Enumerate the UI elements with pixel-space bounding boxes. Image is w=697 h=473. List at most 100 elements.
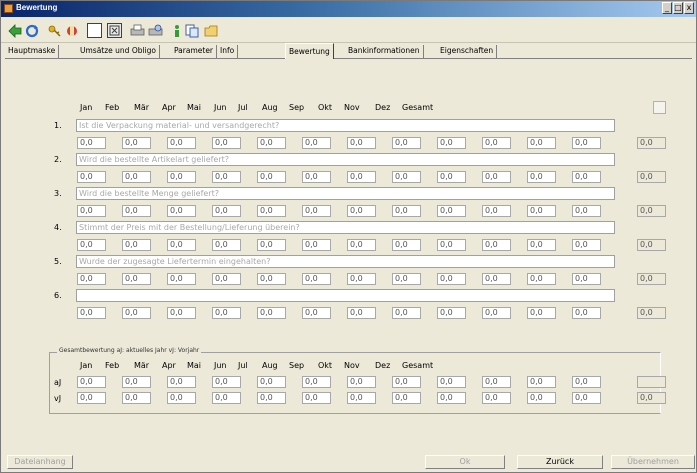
rating-value-field[interactable]: 0,0 bbox=[482, 239, 511, 251]
tab-info[interactable]: Info bbox=[217, 45, 239, 58]
info-icon[interactable] bbox=[169, 23, 184, 38]
rating-value-field[interactable]: 0,0 bbox=[302, 307, 331, 319]
rating-value-field[interactable]: 0,0 bbox=[77, 205, 106, 217]
back-arrow-icon[interactable] bbox=[7, 23, 22, 38]
rating-value-field[interactable]: 0,0 bbox=[437, 273, 466, 285]
rating-value-field[interactable]: 0,0 bbox=[482, 171, 511, 183]
printer-icon[interactable] bbox=[130, 23, 145, 38]
question-text-field[interactable]: Wird die bestellte Artikelart geliefert? bbox=[76, 153, 615, 166]
rating-value-field[interactable]: 0,0 bbox=[257, 239, 286, 251]
rating-value-field[interactable]: 0,0 bbox=[392, 205, 421, 217]
rating-value-field[interactable]: 0,0 bbox=[167, 239, 196, 251]
rating-value-field[interactable]: 0,0 bbox=[302, 239, 331, 251]
rating-value-field[interactable]: 0,0 bbox=[347, 205, 376, 217]
tab-parameter[interactable]: Parameter bbox=[171, 45, 218, 58]
tools-icon[interactable] bbox=[64, 23, 79, 38]
rating-value-field[interactable]: 0,0 bbox=[302, 205, 331, 217]
rating-value-field[interactable]: 0,0 bbox=[572, 273, 601, 285]
rating-value-field[interactable]: 0,0 bbox=[347, 171, 376, 183]
print-preview-icon[interactable] bbox=[148, 23, 163, 38]
rating-value-field[interactable]: 0,0 bbox=[482, 307, 511, 319]
rating-value-field[interactable]: 0,0 bbox=[212, 307, 241, 319]
rating-value-field[interactable]: 0,0 bbox=[392, 171, 421, 183]
rating-value-field[interactable]: 0,0 bbox=[302, 137, 331, 149]
rating-value-field[interactable]: 0,0 bbox=[482, 137, 511, 149]
rating-value-field[interactable]: 0,0 bbox=[77, 171, 106, 183]
rating-value-field[interactable]: 0,0 bbox=[122, 273, 151, 285]
rating-value-field[interactable]: 0,0 bbox=[572, 239, 601, 251]
rating-value-field[interactable]: 0,0 bbox=[572, 307, 601, 319]
rating-value-field[interactable]: 0,0 bbox=[392, 137, 421, 149]
rating-value-field[interactable]: 0,0 bbox=[122, 307, 151, 319]
tab-eigenschaften[interactable]: Eigenschaften bbox=[437, 45, 498, 58]
rating-value-field[interactable]: 0,0 bbox=[77, 137, 106, 149]
options-checkbox[interactable] bbox=[653, 101, 666, 114]
rating-value-field[interactable]: 0,0 bbox=[527, 239, 556, 251]
rating-value-field[interactable]: 0,0 bbox=[122, 137, 151, 149]
ok-button[interactable]: Ok bbox=[425, 455, 505, 469]
rating-value-field[interactable]: 0,0 bbox=[302, 171, 331, 183]
back-button[interactable]: Zurück bbox=[517, 455, 603, 469]
rating-value-field[interactable]: 0,0 bbox=[212, 239, 241, 251]
rating-value-field[interactable]: 0,0 bbox=[122, 171, 151, 183]
rating-value-field[interactable]: 0,0 bbox=[77, 239, 106, 251]
rating-value-field[interactable]: 0,0 bbox=[77, 307, 106, 319]
key-icon[interactable] bbox=[47, 23, 62, 38]
tab-hauptmaske[interactable]: Hauptmaske bbox=[5, 45, 60, 58]
rating-value-field[interactable]: 0,0 bbox=[122, 239, 151, 251]
rating-value-field[interactable]: 0,0 bbox=[77, 273, 106, 285]
rating-value-field[interactable]: 0,0 bbox=[572, 137, 601, 149]
rating-value-field[interactable]: 0,0 bbox=[527, 205, 556, 217]
close-button[interactable]: x bbox=[684, 2, 694, 14]
rating-value-field[interactable]: 0,0 bbox=[212, 171, 241, 183]
rating-value-field[interactable]: 0,0 bbox=[167, 307, 196, 319]
rating-value-field[interactable]: 0,0 bbox=[122, 205, 151, 217]
rating-value-field[interactable]: 0,0 bbox=[482, 273, 511, 285]
question-text-field[interactable] bbox=[76, 289, 615, 302]
tab-bewertung[interactable]: Bewertung bbox=[285, 43, 334, 59]
rating-value-field[interactable]: 0,0 bbox=[167, 273, 196, 285]
copy-icon[interactable] bbox=[184, 23, 199, 38]
rating-value-field[interactable]: 0,0 bbox=[437, 239, 466, 251]
rating-value-field[interactable]: 0,0 bbox=[167, 171, 196, 183]
rating-value-field[interactable]: 0,0 bbox=[392, 239, 421, 251]
window-icon[interactable] bbox=[107, 23, 122, 38]
title-bar[interactable]: Bewertung _ □ x bbox=[1, 1, 696, 17]
tab-bankinformationen[interactable]: Bankinformationen bbox=[345, 45, 424, 58]
rating-value-field[interactable]: 0,0 bbox=[347, 137, 376, 149]
refresh-icon[interactable] bbox=[24, 23, 39, 38]
rating-value-field[interactable]: 0,0 bbox=[257, 307, 286, 319]
rating-value-field[interactable]: 0,0 bbox=[392, 307, 421, 319]
rating-value-field[interactable]: 0,0 bbox=[257, 171, 286, 183]
rating-value-field[interactable]: 0,0 bbox=[527, 137, 556, 149]
rating-value-field[interactable]: 0,0 bbox=[527, 307, 556, 319]
rating-value-field[interactable]: 0,0 bbox=[212, 205, 241, 217]
rating-value-field[interactable]: 0,0 bbox=[302, 273, 331, 285]
rating-value-field[interactable]: 0,0 bbox=[257, 137, 286, 149]
attachment-button[interactable]: Dateianhang bbox=[7, 455, 73, 469]
folder-icon[interactable] bbox=[203, 23, 218, 38]
rating-value-field[interactable]: 0,0 bbox=[437, 205, 466, 217]
apply-button[interactable]: Übernehmen bbox=[611, 455, 695, 469]
rating-value-field[interactable]: 0,0 bbox=[167, 205, 196, 217]
question-text-field[interactable]: Ist die Verpackung material- und versand… bbox=[76, 119, 615, 132]
rating-value-field[interactable]: 0,0 bbox=[392, 273, 421, 285]
maximize-button[interactable]: □ bbox=[673, 2, 683, 14]
rating-value-field[interactable]: 0,0 bbox=[167, 137, 196, 149]
question-text-field[interactable]: Stimmt der Preis mit der Bestellung/Lief… bbox=[76, 221, 615, 234]
rating-value-field[interactable]: 0,0 bbox=[482, 205, 511, 217]
rating-value-field[interactable]: 0,0 bbox=[527, 171, 556, 183]
new-document-icon[interactable] bbox=[87, 23, 102, 38]
rating-value-field[interactable]: 0,0 bbox=[212, 273, 241, 285]
rating-value-field[interactable]: 0,0 bbox=[347, 273, 376, 285]
question-text-field[interactable]: Wird die bestellte Menge geliefert? bbox=[76, 187, 615, 200]
rating-value-field[interactable]: 0,0 bbox=[437, 171, 466, 183]
rating-value-field[interactable]: 0,0 bbox=[257, 273, 286, 285]
rating-value-field[interactable]: 0,0 bbox=[572, 171, 601, 183]
rating-value-field[interactable]: 0,0 bbox=[572, 205, 601, 217]
rating-value-field[interactable]: 0,0 bbox=[212, 137, 241, 149]
minimize-button[interactable]: _ bbox=[662, 2, 672, 14]
rating-value-field[interactable]: 0,0 bbox=[437, 307, 466, 319]
rating-value-field[interactable]: 0,0 bbox=[347, 239, 376, 251]
rating-value-field[interactable]: 0,0 bbox=[347, 307, 376, 319]
